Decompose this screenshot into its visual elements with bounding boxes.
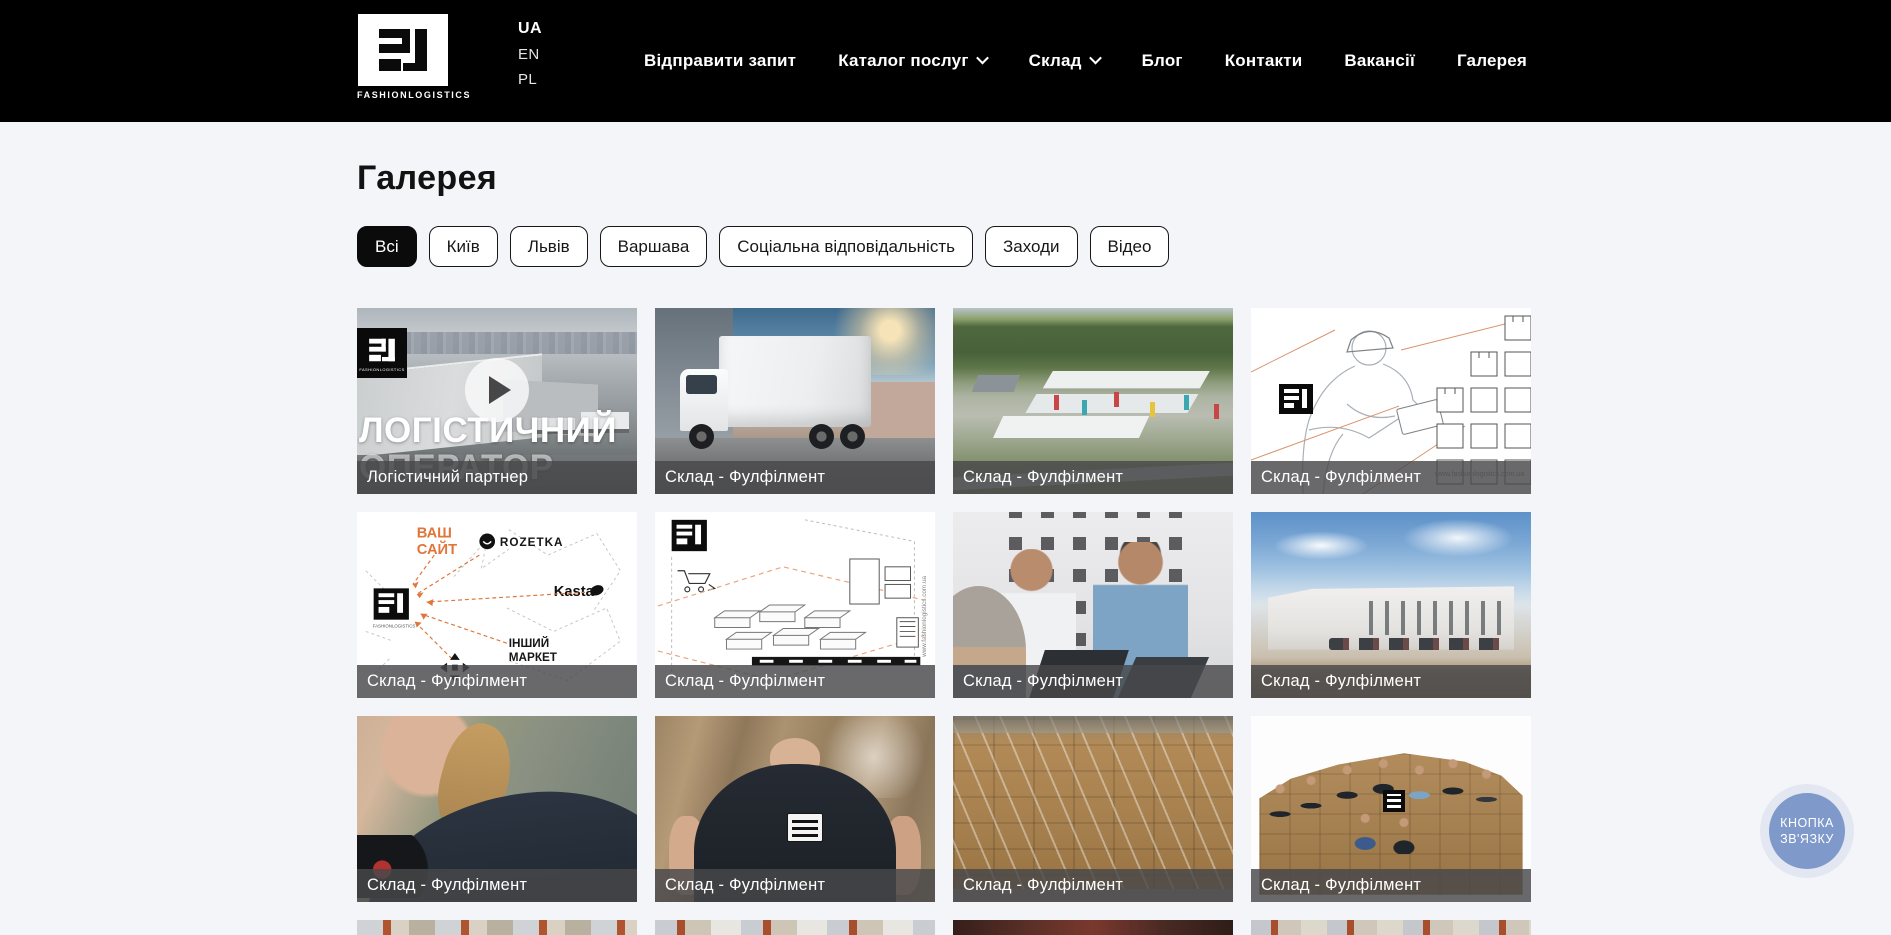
filter-button-3[interactable]: Варшава	[600, 226, 708, 267]
gallery-thumbnail-racks-worker-2	[1251, 920, 1531, 935]
contact-label-line1: КНОПКА	[1780, 815, 1834, 831]
gallery-item-9[interactable]: Склад - Фулфілмент	[655, 716, 935, 902]
gallery-item-caption: Логістичний партнер	[357, 461, 637, 494]
nav-item-0[interactable]: Відправити запит	[644, 51, 796, 71]
svg-text:ВАШ: ВАШ	[417, 525, 452, 541]
gallery-thumbnail-racks-dark	[953, 920, 1233, 935]
site-header: FASHIONLOGISTICS UA EN PL Відправити запит…	[0, 0, 1891, 122]
svg-text:ROZETKA: ROZETKA	[500, 536, 564, 549]
contact-bubble-label: КНОПКА ЗВ'ЯЗКУ	[1769, 793, 1845, 869]
contact-label-line2: ЗВ'ЯЗКУ	[1780, 831, 1834, 847]
gallery-item-10[interactable]: Склад - Фулфілмент	[953, 716, 1233, 902]
gallery-item-13[interactable]	[655, 920, 935, 935]
gallery-item-caption: Склад - Фулфілмент	[953, 461, 1233, 494]
chevron-down-icon	[976, 51, 989, 64]
main-nav: Відправити запит Каталог послуг Склад Блог К…	[644, 0, 1527, 122]
gallery-item-11[interactable]: Склад - Фулфілмент	[1251, 716, 1531, 902]
nav-item-label: Склад	[1029, 51, 1082, 71]
gallery-thumbnail-racks-worker	[655, 920, 935, 935]
svg-text:САЙТ: САЙТ	[417, 540, 457, 558]
gallery-item-5[interactable]: www.fashionlogistics.com.ua Склад - Фулф…	[655, 512, 935, 698]
svg-text:www.fashionlogistics.com.ua: www.fashionlogistics.com.ua	[921, 575, 928, 657]
gallery-item-1[interactable]: Склад - Фулфілмент	[655, 308, 935, 494]
filter-button-0[interactable]: Всі	[357, 226, 417, 267]
nav-item-2[interactable]: Склад	[1029, 51, 1100, 71]
language-option-ua[interactable]: UA	[518, 20, 542, 38]
nav-item-1[interactable]: Каталог послуг	[838, 51, 986, 71]
gallery-page: Галерея Всі Київ Львів Варшава Соціальна від…	[357, 159, 1531, 935]
play-icon[interactable]	[465, 358, 529, 422]
brand-logo[interactable]: FASHIONLOGISTICS	[357, 14, 449, 100]
gallery-item-3[interactable]: www.fashionlogistics.com.ua Склад - Фулф…	[1251, 308, 1531, 494]
gallery-item-caption: Склад - Фулфілмент	[953, 869, 1233, 902]
filter-button-4[interactable]: Соціальна відповідальність	[719, 226, 973, 267]
gallery-item-14[interactable]	[953, 920, 1233, 935]
gallery-thumbnail-racks-aisle	[357, 920, 637, 935]
contact-bubble-button[interactable]: КНОПКА ЗВ'ЯЗКУ	[1760, 784, 1854, 878]
gallery-item-caption: Склад - Фулфілмент	[1251, 665, 1531, 698]
nav-item-3[interactable]: Блог	[1142, 51, 1183, 71]
gallery-item-6[interactable]: Склад - Фулфілмент	[953, 512, 1233, 698]
nav-item-label: Вакансії	[1344, 51, 1415, 71]
gallery-item-caption: Склад - Фулфілмент	[1251, 461, 1531, 494]
filter-button-1[interactable]: Київ	[429, 226, 498, 267]
gallery-item-2[interactable]: Склад - Фулфілмент	[953, 308, 1233, 494]
nav-item-label: Галерея	[1457, 51, 1527, 71]
nav-item-label: Контакти	[1225, 51, 1303, 71]
gallery-item-caption: Склад - Фулфілмент	[655, 461, 935, 494]
gallery-grid: FASHIONLOGISTICSЛОГІСТИЧНИЙОПЕРАТОРЛогіс…	[357, 308, 1531, 935]
gallery-item-caption: Склад - Фулфілмент	[357, 665, 637, 698]
gallery-item-4[interactable]: ВАШ САЙТ ROZETKA Kasta ІНШИЙ МАРКЕТ FASH…	[357, 512, 637, 698]
language-option-pl[interactable]: PL	[518, 71, 542, 88]
gallery-item-caption: Склад - Фулфілмент	[1251, 869, 1531, 902]
page-title: Галерея	[357, 159, 1531, 198]
gallery-item-15[interactable]	[1251, 920, 1531, 935]
video-logo-badge-text: FASHIONLOGISTICS	[359, 367, 404, 372]
gallery-item-12[interactable]	[357, 920, 637, 935]
brand-logo-mark	[358, 14, 448, 86]
gallery-item-caption: Склад - Фулфілмент	[655, 665, 935, 698]
nav-item-4[interactable]: Контакти	[1225, 51, 1303, 71]
filter-button-6[interactable]: Відео	[1090, 226, 1170, 267]
filter-bar: Всі Київ Львів Варшава Соціальна відповідаль…	[357, 226, 1531, 267]
nav-item-label: Відправити запит	[644, 51, 796, 71]
brand-name: FASHIONLOGISTICS	[357, 90, 449, 100]
svg-text:Kasta: Kasta	[554, 584, 595, 600]
gallery-item-caption: Склад - Фулфілмент	[357, 869, 637, 902]
nav-item-label: Блог	[1142, 51, 1183, 71]
nav-item-5[interactable]: Вакансії	[1344, 51, 1415, 71]
gallery-item-caption: Склад - Фулфілмент	[953, 665, 1233, 698]
svg-text:FASHIONLOGISTICS: FASHIONLOGISTICS	[373, 624, 416, 629]
video-logo-badge: FASHIONLOGISTICS	[357, 328, 407, 378]
filter-button-2[interactable]: Львів	[510, 226, 588, 267]
gallery-item-8[interactable]: Склад - Фулфілмент	[357, 716, 637, 902]
nav-item-6[interactable]: Галерея	[1457, 51, 1527, 71]
svg-text:ІНШИЙ: ІНШИЙ	[509, 637, 549, 650]
gallery-item-7[interactable]: Склад - Фулфілмент	[1251, 512, 1531, 698]
filter-button-5[interactable]: Заходи	[985, 226, 1078, 267]
gallery-item-caption: Склад - Фулфілмент	[655, 869, 935, 902]
language-switcher: UA EN PL	[518, 20, 542, 88]
nav-item-label: Каталог послуг	[838, 51, 968, 71]
gallery-item-0[interactable]: FASHIONLOGISTICSЛОГІСТИЧНИЙОПЕРАТОРЛогіс…	[357, 308, 637, 494]
language-option-en[interactable]: EN	[518, 46, 542, 63]
chevron-down-icon	[1089, 51, 1102, 64]
svg-text:МАРКЕТ: МАРКЕТ	[509, 651, 558, 664]
